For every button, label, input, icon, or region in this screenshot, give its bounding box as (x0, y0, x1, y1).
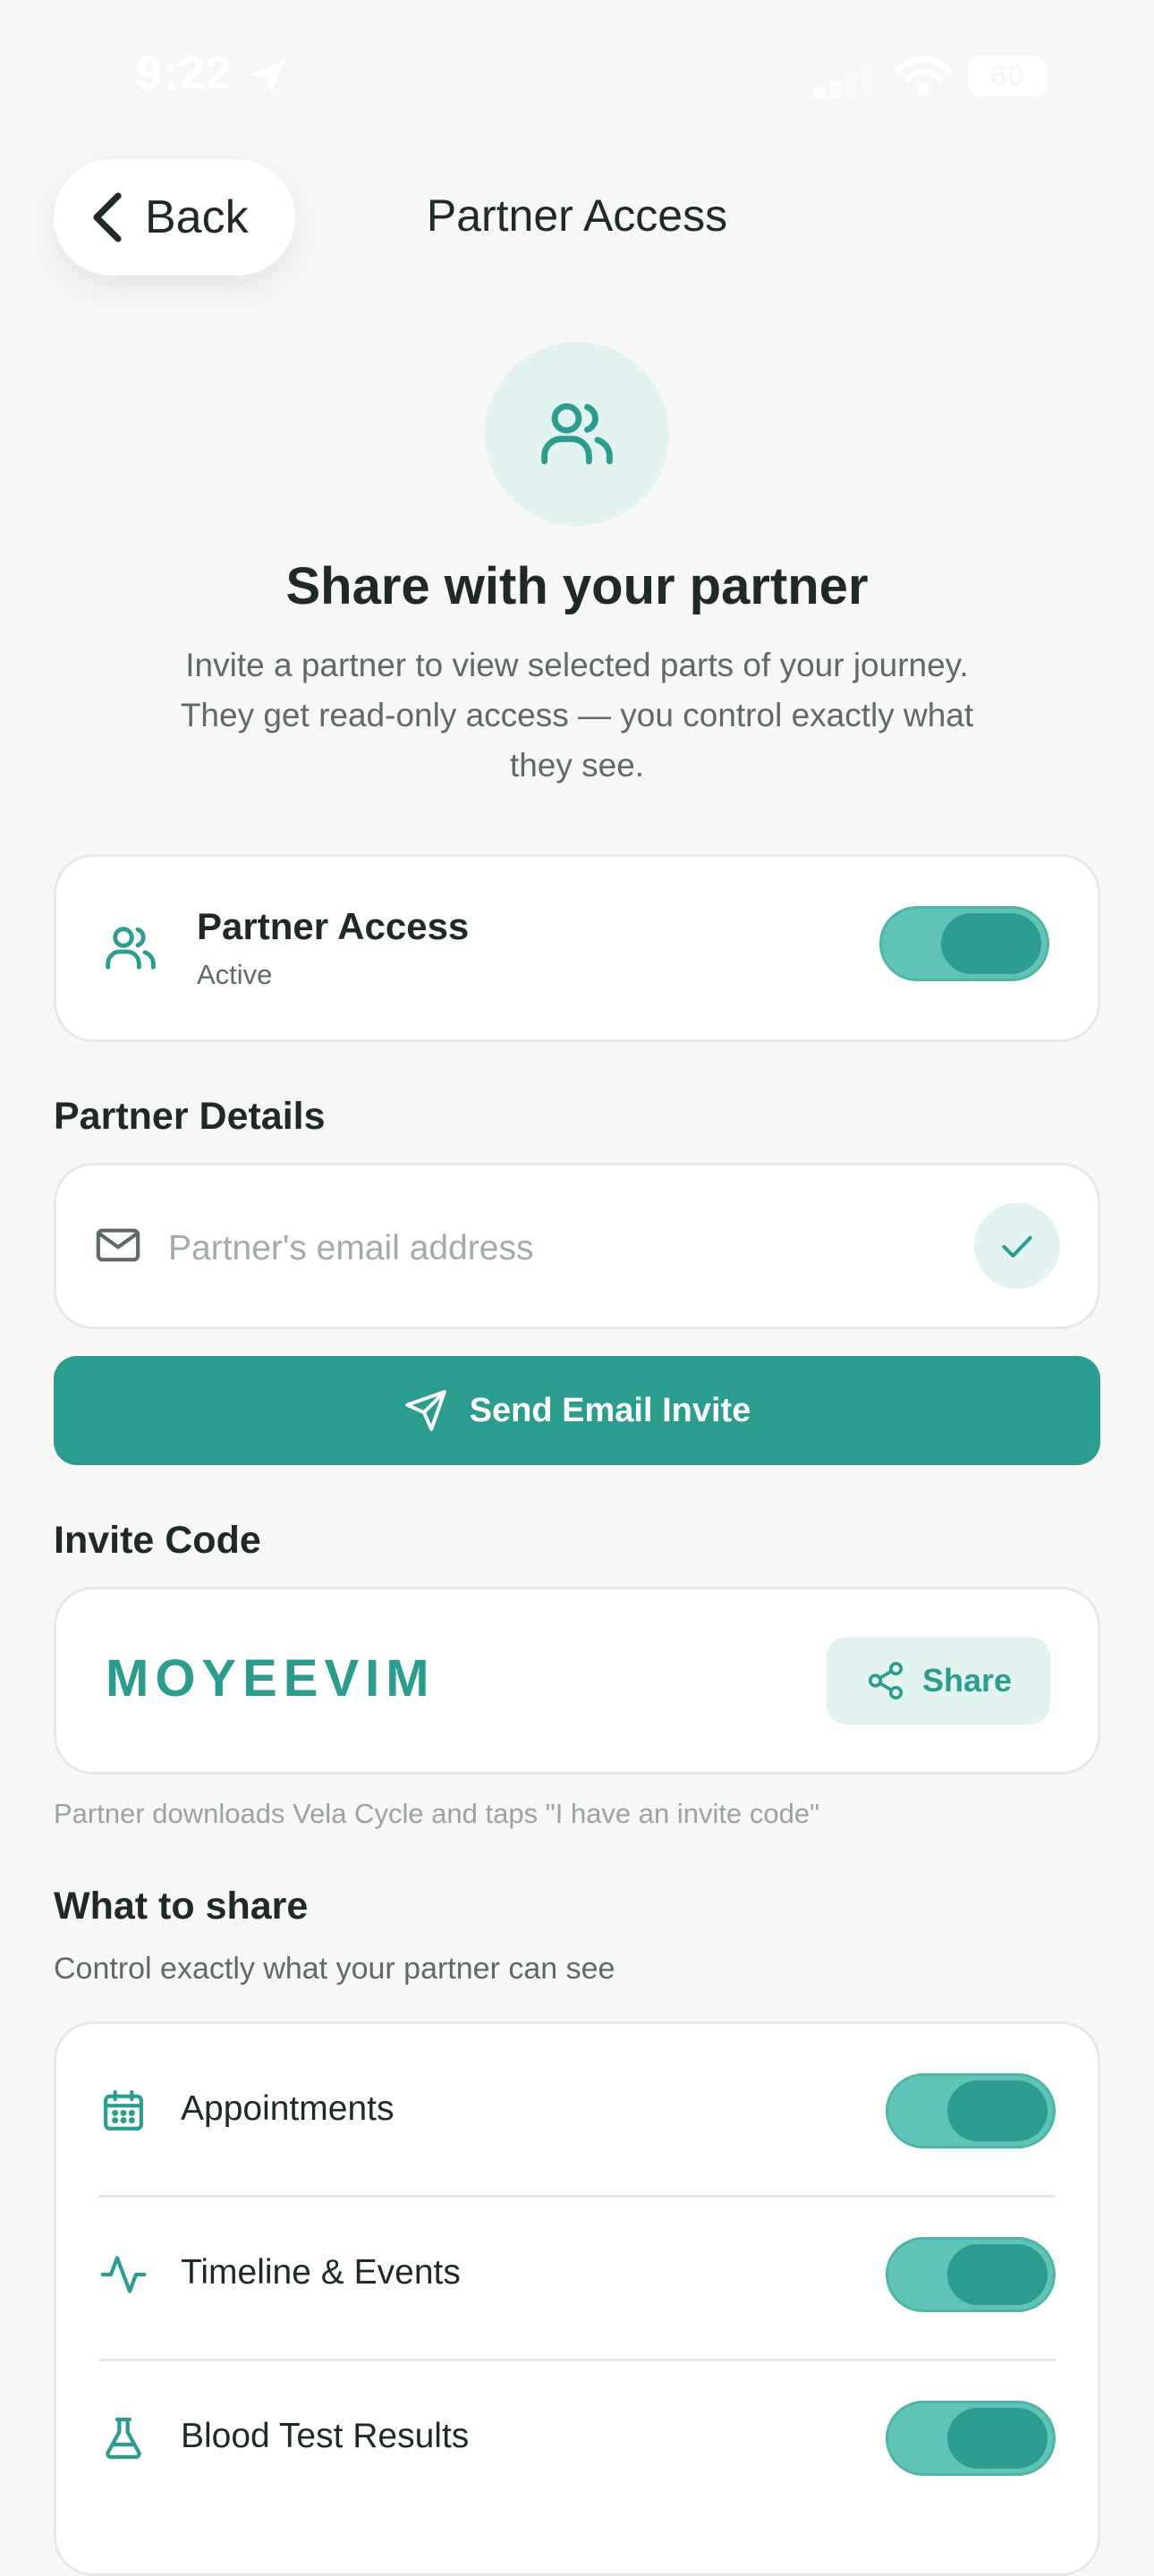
invite-code-value: MOYEEVIM (106, 1649, 436, 1707)
users-icon (106, 927, 156, 970)
hero-subtitle: Invite a partner to view selected parts … (180, 647, 974, 784)
check-icon (1002, 1235, 1032, 1258)
calendar-icon (104, 2089, 143, 2131)
flask-icon (106, 2417, 141, 2460)
partner-access-status: Active (197, 959, 273, 990)
share-item-label: Appointments (181, 2089, 395, 2128)
toggle-knob (947, 2080, 1048, 2141)
share-icon (868, 1662, 904, 1699)
toggle-knob (947, 2244, 1048, 2305)
email-verify-button[interactable] (974, 1203, 1060, 1289)
invite-code-label: Invite Code (54, 1519, 261, 1562)
share-code-button[interactable]: Share (827, 1637, 1050, 1724)
share-item-timeline: Timeline & Events (98, 2198, 1056, 2360)
status-time: 9:22 (136, 47, 233, 99)
location-arrow-icon (252, 61, 284, 93)
partner-access-title: Partner Access (197, 905, 470, 947)
signal-icon (814, 64, 873, 98)
activity-icon (100, 2256, 147, 2293)
hero-title: Share with your partner (285, 557, 869, 615)
what-to-share-subtitle: Control exactly what your partner can se… (54, 1952, 615, 1986)
send-email-invite-label: Send Email Invite (469, 1391, 751, 1429)
share-item-label: Blood Test Results (181, 2417, 470, 2455)
wifi-icon (895, 55, 952, 95)
mail-icon (96, 1228, 140, 1262)
page-title: Partner Access (426, 191, 728, 241)
invite-code-hint: Partner downloads Vela Cycle and taps "I… (54, 1798, 820, 1829)
toggle-knob (947, 2408, 1048, 2469)
share-item-appointments: Appointments (98, 2034, 1056, 2197)
send-icon (404, 1390, 446, 1431)
users-icon (541, 402, 613, 465)
share-item-label: Timeline & Events (181, 2253, 461, 2292)
timeline-toggle[interactable] (886, 2237, 1056, 2312)
partner-details-label: Partner Details (54, 1095, 326, 1138)
share-label: Share (921, 1662, 1013, 1699)
blood-tests-toggle[interactable] (886, 2401, 1056, 2476)
share-item-blood-tests: Blood Test Results (98, 2361, 1056, 2524)
what-to-share-title: What to share (54, 1885, 309, 1928)
send-email-invite-button[interactable]: Send Email Invite (54, 1356, 1100, 1465)
battery-indicator: 60 (968, 55, 1047, 97)
email-input[interactable]: Partner's email address (168, 1229, 533, 1268)
toggle-knob (941, 913, 1041, 974)
partner-access-toggle[interactable] (879, 906, 1049, 981)
hero-icon-badge (485, 342, 669, 526)
appointments-toggle[interactable] (886, 2073, 1056, 2148)
